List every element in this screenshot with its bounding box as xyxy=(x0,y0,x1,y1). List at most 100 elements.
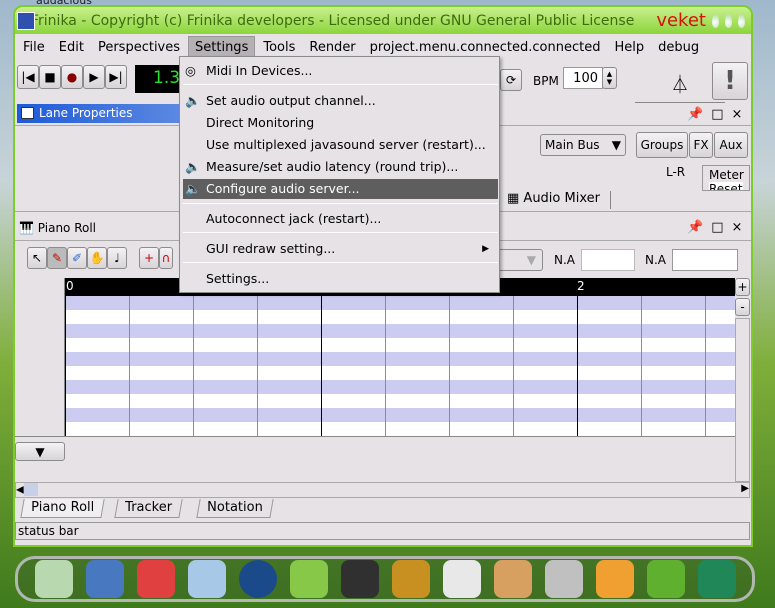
game-icon[interactable] xyxy=(595,560,634,598)
snap-magnet-icon[interactable]: ∩ xyxy=(159,247,173,269)
chart-icon[interactable] xyxy=(442,560,481,598)
settings-menu: ◎ Midi In Devices... 🔈 Set audio output ch… xyxy=(179,56,500,293)
ruler-label-2: 2 xyxy=(577,279,585,293)
aux-button[interactable]: Aux xyxy=(714,132,748,158)
camera-icon[interactable] xyxy=(697,560,736,598)
na-label-1: N.A xyxy=(554,253,575,267)
menu-item-configure-audio-server[interactable]: 🔈 Configure audio server... xyxy=(183,179,498,199)
forward-button[interactable]: ▶| xyxy=(105,65,127,89)
grid-beat-line xyxy=(641,296,642,436)
status-bar: status bar xyxy=(15,522,750,540)
monitor-icon[interactable] xyxy=(85,560,124,598)
close-button[interactable] xyxy=(738,13,746,28)
play-button[interactable]: ▶ xyxy=(83,65,105,89)
grid-beat-line xyxy=(385,296,386,436)
close-icon[interactable]: × xyxy=(731,220,750,235)
folder-icon[interactable] xyxy=(34,560,73,598)
media-player-icon[interactable] xyxy=(238,560,277,598)
bpm-input[interactable]: 100 xyxy=(563,67,603,89)
audio-mixer-tab[interactable]: ▦ Audio Mixer xyxy=(504,191,611,209)
midi-port-icon: ◎ xyxy=(185,63,196,78)
pin-icon[interactable]: 📌 xyxy=(687,107,711,122)
grid-beat-line xyxy=(705,296,706,436)
menu-item-multiplexed-server[interactable]: Use multiplexed javasound server (restar… xyxy=(180,135,499,155)
menu-debug[interactable]: debug xyxy=(652,37,705,58)
close-icon[interactable]: × xyxy=(731,107,750,122)
meter-text: Meter xyxy=(709,168,744,182)
reset-button[interactable]: Reset xyxy=(709,182,743,190)
vertical-scrollbar[interactable] xyxy=(735,318,750,482)
grid-beat-line xyxy=(449,296,450,436)
menu-item-audio-latency[interactable]: 🔈 Measure/set audio latency (round trip).… xyxy=(180,157,499,177)
audio-mixer-tab-label: Audio Mixer xyxy=(523,191,600,206)
fx-button[interactable]: FX xyxy=(689,132,713,158)
zoom-out-button[interactable]: - xyxy=(735,298,750,316)
bus-select[interactable]: Main Bus ▼ xyxy=(540,134,626,156)
help-icon[interactable] xyxy=(646,560,685,598)
menu-item-audio-output[interactable]: 🔈 Set audio output channel... xyxy=(180,91,499,111)
piano-roll-title: Piano Roll xyxy=(37,221,97,235)
tab-notation[interactable]: Notation xyxy=(196,499,274,518)
maximize-icon[interactable]: □ xyxy=(711,220,731,235)
expand-dropdown-button[interactable]: ▼ xyxy=(15,442,65,461)
maximize-button[interactable] xyxy=(724,13,732,28)
penguin-icon[interactable] xyxy=(340,560,379,598)
grid-beat-line xyxy=(193,296,194,436)
menu-render[interactable]: Render xyxy=(303,37,361,58)
groups-button[interactable]: Groups xyxy=(636,132,688,158)
piano-keys-area xyxy=(15,278,65,436)
grid-beat-line xyxy=(513,296,514,436)
lane-properties-title: Lane Properties xyxy=(39,106,133,120)
tab-piano-roll[interactable]: Piano Roll xyxy=(20,499,105,518)
usb-icon[interactable] xyxy=(544,560,583,598)
network-icon[interactable] xyxy=(289,560,328,598)
record-button[interactable]: ● xyxy=(61,65,83,89)
title-bar[interactable]: Frinika - Copyright (c) Frinika develope… xyxy=(15,7,751,34)
menu-item-direct-monitoring[interactable]: Direct Monitoring xyxy=(180,113,499,133)
alert-button[interactable]: ! xyxy=(712,62,748,100)
split-tool-icon[interactable]: + xyxy=(139,247,159,269)
notepad-icon[interactable] xyxy=(187,560,226,598)
na-input-2[interactable] xyxy=(672,249,738,271)
meter-label: Meter Reset xyxy=(702,165,750,191)
menu-help[interactable]: Help xyxy=(608,37,650,58)
minimize-button[interactable] xyxy=(711,13,719,28)
speaker-icon: 🔈 xyxy=(185,93,201,108)
paint-icon[interactable] xyxy=(493,560,532,598)
grid-row xyxy=(65,338,735,352)
select-tool-icon[interactable]: ↖ xyxy=(27,247,47,269)
note-tool-icon[interactable]: ♩ xyxy=(107,247,127,269)
eraser-tool-icon[interactable]: ✐ xyxy=(67,247,87,269)
menu-file[interactable]: File xyxy=(17,37,51,58)
speaker-icon: 🔈 xyxy=(185,159,201,174)
zoom-in-button[interactable]: + xyxy=(735,278,750,296)
browser-icon[interactable] xyxy=(136,560,175,598)
menu-edit[interactable]: Edit xyxy=(53,37,90,58)
na-input-1[interactable] xyxy=(581,249,635,271)
grid-beat-line xyxy=(321,296,322,436)
loop-button[interactable]: ⟳ xyxy=(500,69,522,91)
stop-button[interactable]: ■ xyxy=(39,65,61,89)
bus-select-value: Main Bus xyxy=(545,138,600,152)
tab-tracker[interactable]: Tracker xyxy=(114,499,183,518)
rewind-button[interactable]: |◀ xyxy=(17,65,39,89)
menu-item-settings[interactable]: Settings... xyxy=(180,269,499,289)
menu-project[interactable]: project.menu.connected.connected xyxy=(364,37,607,58)
menu-item-midi-in-devices[interactable]: ◎ Midi In Devices... xyxy=(180,61,499,81)
pencil-tool-icon[interactable]: ✎ xyxy=(47,247,67,269)
menu-item-autoconnect-jack[interactable]: Autoconnect jack (restart)... xyxy=(180,209,499,229)
piano-icon: 🎹 xyxy=(19,221,34,235)
speaker-icon: 🔈 xyxy=(185,181,201,196)
chevron-down-icon: ▼ xyxy=(611,138,621,152)
menu-perspectives[interactable]: Perspectives xyxy=(92,37,186,58)
pin-icon[interactable]: 📌 xyxy=(687,220,711,235)
bpm-spinner[interactable]: ▲ ▼ xyxy=(602,67,617,89)
menu-tools[interactable]: Tools xyxy=(257,37,301,58)
maximize-icon[interactable]: □ xyxy=(711,107,731,122)
grid-beat-line xyxy=(257,296,258,436)
hand-tool-icon[interactable]: ✋ xyxy=(87,247,107,269)
contacts-icon[interactable] xyxy=(391,560,430,598)
horizontal-scrollbar[interactable]: ◀ ▶ xyxy=(15,482,750,498)
menu-item-gui-redraw[interactable]: GUI redraw setting... ▶ xyxy=(180,239,499,259)
tool-buttons: ↖ ✎ ✐ ✋ ♩ + ∩ xyxy=(27,247,173,269)
